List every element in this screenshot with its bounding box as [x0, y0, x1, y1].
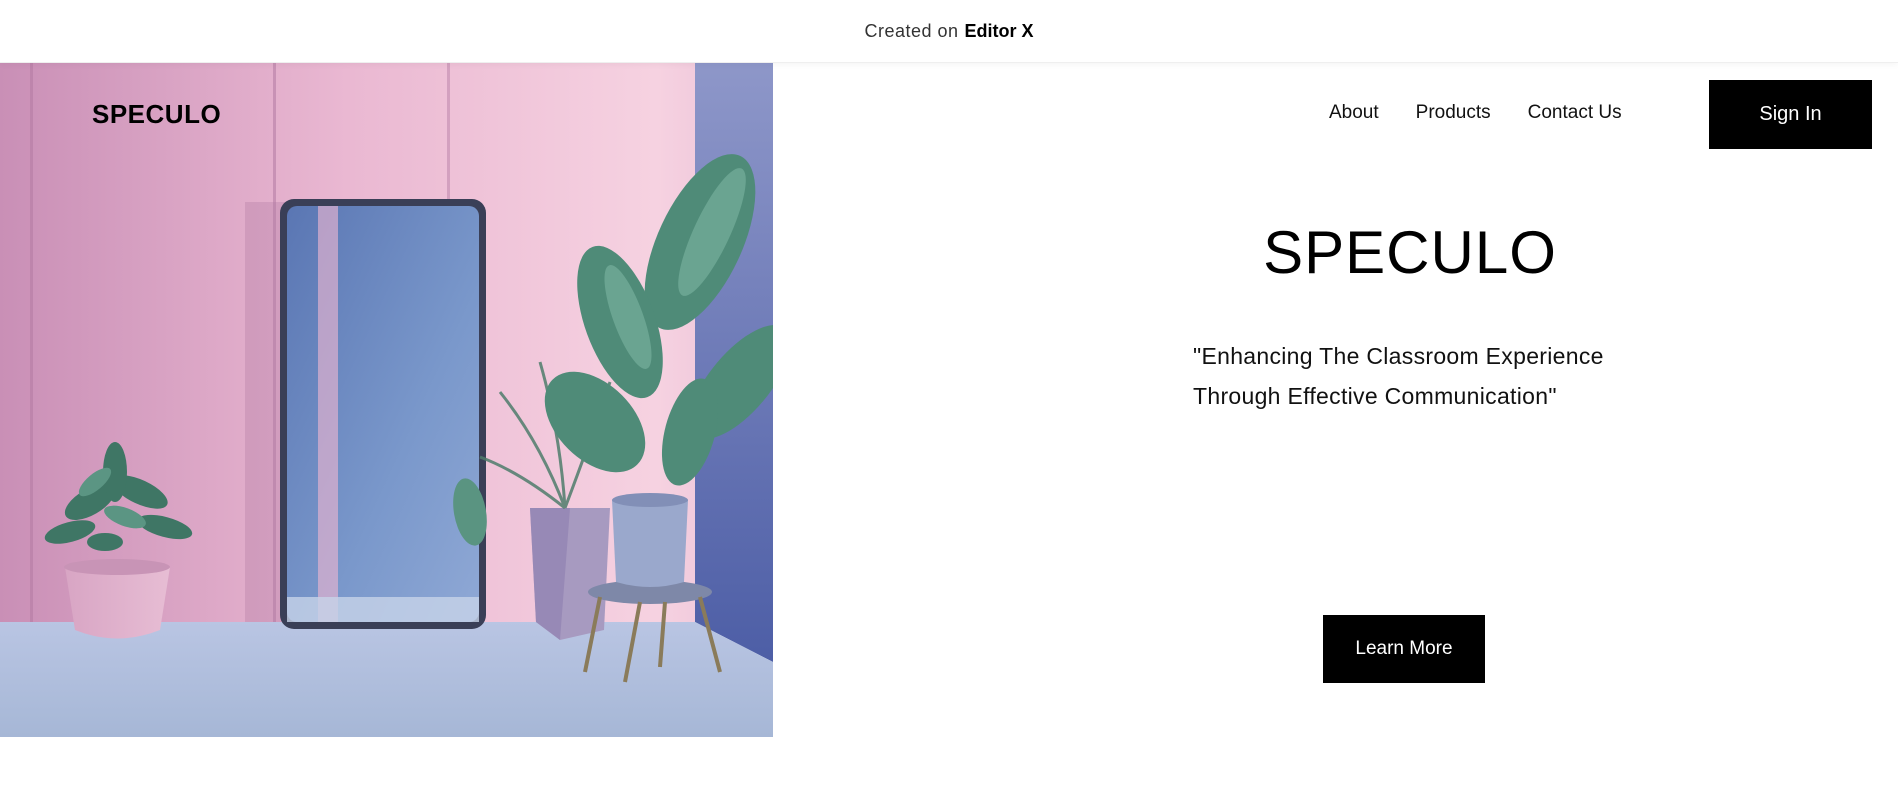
site-logo[interactable]: SPECULO: [92, 99, 221, 130]
hero-quote-line-2: Through Effective Communication": [1193, 383, 1557, 409]
banner-brand: Editor X: [964, 20, 1034, 41]
nav-products[interactable]: Products: [1416, 102, 1491, 124]
banner-prefix: Created on: [864, 20, 959, 41]
hero-title: SPECULO: [1263, 219, 1557, 286]
hero-quote-line-1: "Enhancing The Classroom Experience: [1193, 343, 1604, 369]
hero-image: [0, 62, 773, 737]
hero-quote: "Enhancing The Classroom Experience Thro…: [1193, 336, 1653, 416]
room-illustration: [0, 62, 773, 737]
nav-contact-us[interactable]: Contact Us: [1528, 102, 1622, 124]
editor-x-banner[interactable]: Created on Editor X: [0, 0, 1898, 63]
nav-about[interactable]: About: [1329, 102, 1379, 124]
sign-in-button[interactable]: Sign In: [1709, 80, 1872, 149]
learn-more-button[interactable]: Learn More: [1323, 615, 1485, 683]
main-nav: About Products Contact Us: [1329, 102, 1622, 124]
